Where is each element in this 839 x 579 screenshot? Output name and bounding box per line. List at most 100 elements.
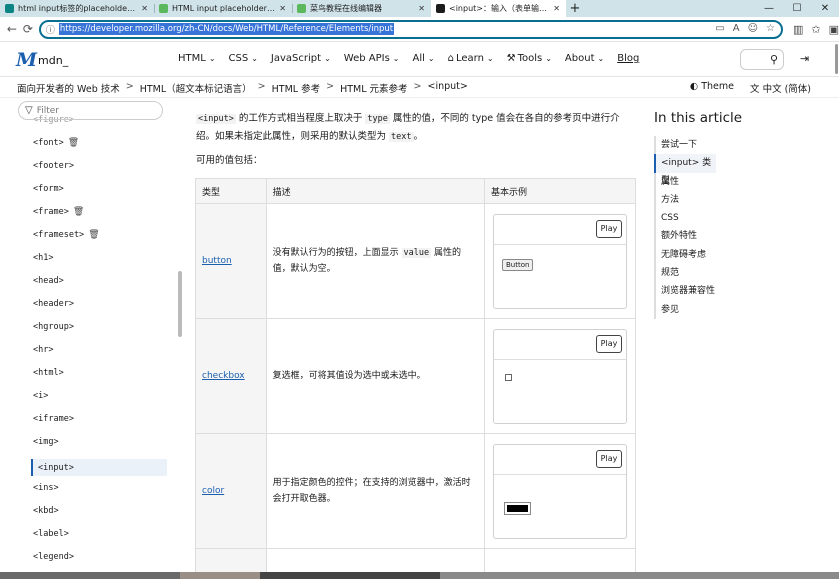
collections-icon[interactable]: ▣ [829, 23, 839, 36]
breadcrumb-item[interactable]: <input> [428, 81, 468, 95]
chevron-down-icon: ⌄ [324, 54, 331, 63]
chevron-down-icon: ⌄ [427, 54, 435, 63]
nav-item-css[interactable]: CSS ⌄ [229, 53, 258, 64]
nav-label: CSS [228, 53, 249, 64]
window-controls: — ☐ ✕ [755, 0, 839, 17]
type-link[interactable]: button [202, 256, 232, 266]
site-info-icon[interactable]: ⓘ [46, 23, 55, 36]
sidebar-item[interactable]: <h1> [33, 253, 53, 263]
play-button[interactable]: Play [595, 449, 622, 468]
toc-item[interactable]: 参见 [656, 301, 814, 319]
toc-item[interactable]: 方法 [656, 191, 814, 209]
toc-item[interactable]: 属性 [656, 173, 814, 191]
refresh-icon[interactable]: ⟳ [20, 22, 36, 36]
minimize-button[interactable]: — [755, 3, 783, 14]
tab-close-icon[interactable]: ✕ [418, 4, 425, 13]
browser-tab-1[interactable]: html input标签的placeholder · 搜 ✕ [0, 0, 154, 17]
browser-tab-4-active[interactable]: <input>：输入（表单输入）元素 ✕ [431, 0, 566, 17]
live-example: Play [492, 328, 627, 424]
sidebar-item[interactable]: <frame> 🗑 [33, 207, 84, 217]
browser-tab-2[interactable]: HTML input placeholder 属性 | 菜 ✕ [154, 0, 292, 17]
sidebar-item[interactable]: <legend> [33, 552, 74, 562]
sidebar-item[interactable]: <label> [33, 529, 69, 539]
description-cell: 用于指定颜色的控件；在支持的浏览器中，激活时会打开取色器。 [265, 433, 485, 549]
tab-close-icon[interactable]: ✕ [553, 4, 560, 13]
translate-icon[interactable]: A [733, 23, 740, 34]
browser-tab-3[interactable]: 菜鸟教程在线编辑器 ✕ [292, 0, 431, 17]
sidebar-item[interactable]: <img> [33, 437, 59, 447]
sidebar-item-label: <frameset> [33, 230, 85, 240]
sidebar-item[interactable]: <hgroup> [33, 322, 74, 332]
sidebar-scrollbar[interactable] [178, 271, 182, 337]
new-tab-button[interactable]: + [566, 0, 584, 17]
nav-label: All [412, 53, 425, 64]
example-color-picker[interactable] [503, 501, 531, 515]
play-button[interactable]: Play [595, 219, 622, 238]
favorites-icon[interactable]: ✩ [811, 23, 820, 36]
play-button[interactable]: Play [595, 334, 622, 353]
sidebar-item-label: <hr> [33, 345, 54, 355]
search-button[interactable]: ⚲ [740, 49, 784, 70]
nav-item-blog[interactable]: Blog [617, 53, 639, 64]
mdn-header: M mdn_ HTML ⌄ CSS ⌄ JavaScript ⌄ Web APIs ⌄ All ⌄… [0, 42, 839, 77]
sidebar-item[interactable]: <html> [33, 368, 64, 378]
toc-item[interactable]: 浏览器兼容性 [656, 282, 814, 300]
nav-item-html[interactable]: HTML ⌄ [178, 53, 216, 64]
sidebar-item[interactable]: <form> [33, 184, 64, 194]
url-text[interactable]: https://developer.mozilla.org/zh-CN/docs… [58, 23, 395, 35]
page-scrollbar[interactable] [835, 44, 838, 74]
back-arrow-icon[interactable]: ← [4, 22, 20, 36]
sidebar-item[interactable]: <i> [33, 391, 48, 401]
toc-item[interactable]: 尝试一下 [656, 136, 814, 154]
type-link[interactable]: checkbox [202, 371, 245, 381]
sidebar-item[interactable]: <font> 🗑 [33, 138, 79, 148]
login-icon[interactable]: ⇥ [800, 52, 809, 65]
maximize-button[interactable]: ☐ [783, 3, 811, 14]
sidebar-item[interactable]: <frameset> 🗑 [33, 230, 100, 240]
toc-item[interactable]: 无障碍考虑 [656, 246, 814, 264]
sidebar-item[interactable]: <header> [33, 299, 74, 309]
sidebar-item-label: <label> [33, 529, 69, 539]
breadcrumb-item[interactable]: HTML 元素参考 [340, 81, 407, 95]
type-link[interactable]: color [202, 486, 224, 496]
toc-item[interactable]: 规范 [656, 264, 814, 282]
breadcrumb-item[interactable]: 面向开发者的 Web 技术 [17, 81, 120, 95]
mdn-logo[interactable]: M mdn_ [16, 49, 68, 71]
nav-item-javascript[interactable]: JavaScript ⌄ [271, 53, 331, 64]
sidebar-item[interactable]: <head> [33, 276, 64, 286]
mdn-logo-text: mdn_ [38, 53, 69, 67]
sidebar-item[interactable]: <kbd> [33, 506, 59, 516]
extensions-icon[interactable]: ☺ [748, 23, 758, 34]
example-button[interactable]: Button [501, 258, 534, 271]
theme-switcher[interactable]: ◐ Theme [690, 81, 734, 95]
toc-item[interactable]: <input> 类型 [654, 154, 716, 186]
sidebar-item-label: <footer> [33, 161, 74, 171]
sidebar-item[interactable]: <hr> [33, 345, 53, 355]
sidebar-item[interactable]: <input> [31, 459, 167, 476]
table-row: button 没有默认行为的按钮，上面显示 value 属性的值，默认为空。 Pla… [195, 203, 637, 319]
tab-close-icon[interactable]: ✕ [279, 4, 286, 13]
sidebar-item[interactable]: <footer> [33, 161, 74, 171]
bookmark-star-icon[interactable]: ☆ [766, 23, 775, 34]
toc-item[interactable]: CSS [656, 209, 814, 227]
close-window-button[interactable]: ✕ [811, 3, 839, 14]
example-checkbox[interactable] [504, 373, 512, 381]
language-switcher[interactable]: 文 中文 (简体) [750, 81, 811, 95]
nav-item-learn[interactable]: ⌂ Learn ⌄ [448, 53, 494, 64]
nav-item-about[interactable]: About ⌄ [565, 53, 604, 64]
tab-close-icon[interactable]: ✕ [141, 4, 148, 13]
breadcrumb-item[interactable]: HTML 参考 [272, 81, 320, 95]
split-view-icon[interactable]: ▥ [793, 23, 803, 36]
reader-mode-icon[interactable]: ▭ [715, 23, 724, 34]
nav-item-tools[interactable]: ⚒ Tools ⌄ [507, 53, 552, 64]
toc-item[interactable]: 额外特性 [656, 227, 814, 245]
nav-label: Tools [517, 53, 543, 64]
breadcrumb-item[interactable]: HTML（超文本标记语言） [140, 81, 252, 95]
sidebar-item[interactable]: <iframe> [33, 414, 74, 424]
nav-item-all[interactable]: All ⌄ [412, 53, 434, 64]
sidebar-filter-input[interactable]: ▽ Filter [18, 101, 163, 120]
sidebar-item[interactable]: <ins> [33, 483, 59, 493]
nav-item-web-apis[interactable]: Web APIs ⌄ [344, 53, 400, 64]
nav-label: Learn [455, 53, 484, 64]
address-bar[interactable]: ⓘ https://developer.mozilla.org/zh-CN/do… [38, 19, 783, 39]
